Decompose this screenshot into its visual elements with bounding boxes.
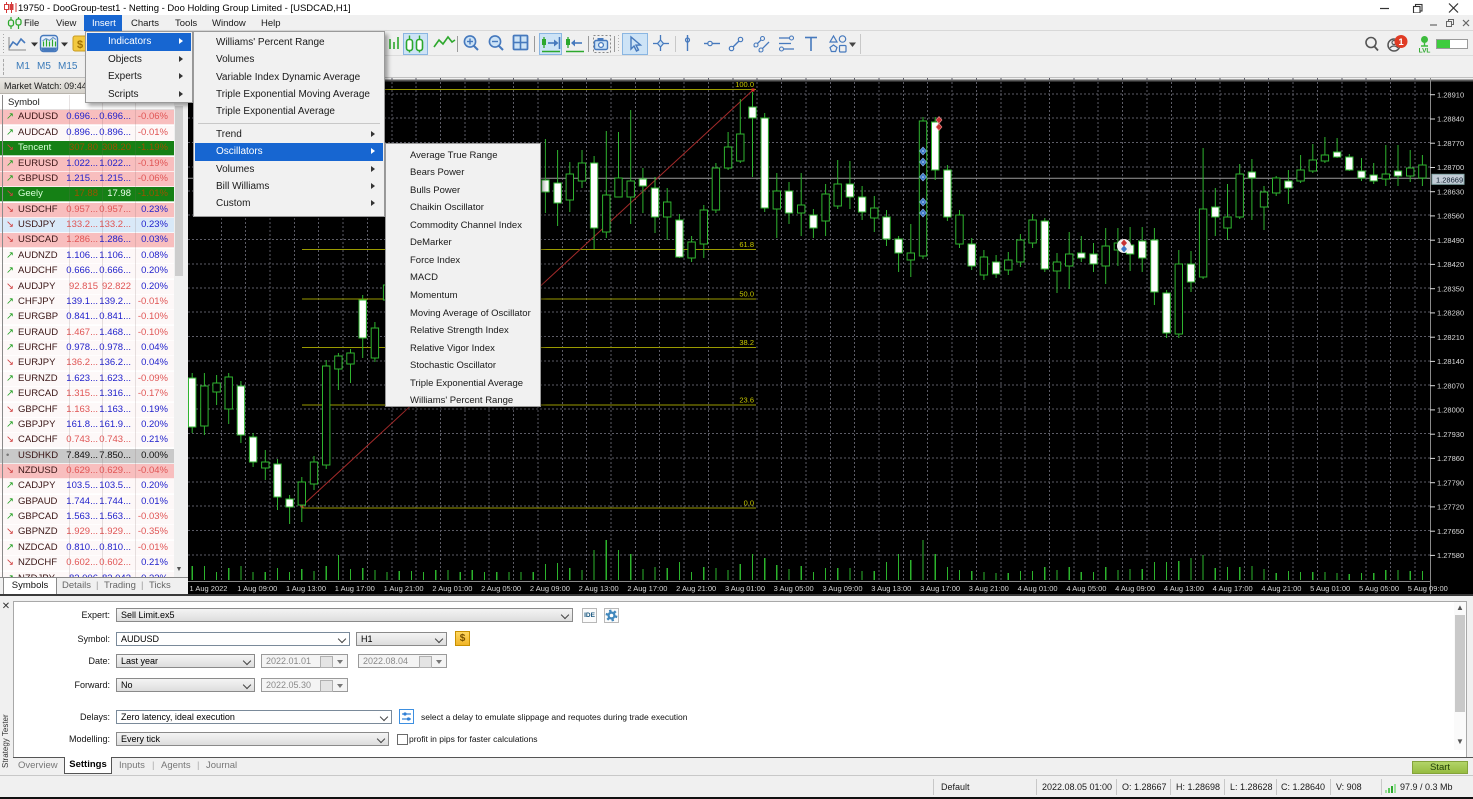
svg-text:2 Aug 17:00: 2 Aug 17:00: [627, 584, 667, 593]
svg-text:$: $: [77, 39, 83, 51]
svg-text:4 Aug 09:00: 4 Aug 09:00: [1115, 584, 1155, 593]
svg-text:3 Aug 09:00: 3 Aug 09:00: [822, 584, 862, 593]
svg-text:2 Aug 13:00: 2 Aug 13:00: [579, 584, 619, 593]
svg-text:1.28070: 1.28070: [1437, 381, 1464, 390]
svg-text:1.27790: 1.27790: [1437, 478, 1464, 487]
svg-text:3 Aug 05:00: 3 Aug 05:00: [774, 584, 814, 593]
svg-text:4 Aug 05:00: 4 Aug 05:00: [1066, 584, 1106, 593]
svg-text:1.28280: 1.28280: [1437, 309, 1464, 318]
svg-text:2 Aug 09:00: 2 Aug 09:00: [530, 584, 570, 593]
svg-text:2 Aug 21:00: 2 Aug 21:00: [676, 584, 716, 593]
svg-text:1.27860: 1.27860: [1437, 454, 1464, 463]
svg-text:5 Aug 01:00: 5 Aug 01:00: [1310, 584, 1350, 593]
svg-text:1 Aug 09:00: 1 Aug 09:00: [237, 584, 277, 593]
svg-text:1 Aug 21:00: 1 Aug 21:00: [384, 584, 424, 593]
svg-text:1.28490: 1.28490: [1437, 236, 1464, 245]
svg-text:1.27720: 1.27720: [1437, 503, 1464, 512]
svg-text:61.8: 61.8: [739, 240, 754, 249]
svg-text:3 Aug 01:00: 3 Aug 01:00: [725, 584, 765, 593]
svg-text:2 Aug 05:00: 2 Aug 05:00: [481, 584, 521, 593]
svg-text:2 Aug 01:00: 2 Aug 01:00: [432, 584, 472, 593]
svg-text:3 Aug 21:00: 3 Aug 21:00: [969, 584, 1009, 593]
svg-text:1.28700: 1.28700: [1437, 163, 1464, 172]
svg-text:1.28140: 1.28140: [1437, 357, 1464, 366]
svg-text:1.27650: 1.27650: [1437, 527, 1464, 536]
svg-text:4 Aug 21:00: 4 Aug 21:00: [1261, 584, 1301, 593]
svg-text:5 Aug 09:00: 5 Aug 09:00: [1408, 584, 1448, 593]
svg-text:1.28669: 1.28669: [1436, 175, 1463, 184]
svg-text:4 Aug 13:00: 4 Aug 13:00: [1164, 584, 1204, 593]
svg-text:4 Aug 17:00: 4 Aug 17:00: [1213, 584, 1253, 593]
svg-text:4 Aug 01:00: 4 Aug 01:00: [1018, 584, 1058, 593]
svg-text:3 Aug 13:00: 3 Aug 13:00: [871, 584, 911, 593]
svg-text:1.28350: 1.28350: [1437, 284, 1464, 293]
svg-text:1.28910: 1.28910: [1437, 90, 1464, 99]
svg-text:100.0: 100.0: [735, 80, 754, 89]
svg-text:1.27580: 1.27580: [1437, 551, 1464, 560]
svg-text:1 Aug 13:00: 1 Aug 13:00: [286, 584, 326, 593]
svg-text:5 Aug 05:00: 5 Aug 05:00: [1359, 584, 1399, 593]
svg-text:1.28770: 1.28770: [1437, 139, 1464, 148]
svg-text:1.27930: 1.27930: [1437, 430, 1464, 439]
svg-text:38.2: 38.2: [739, 338, 754, 347]
svg-text:1.28000: 1.28000: [1437, 406, 1464, 415]
svg-text:1.28630: 1.28630: [1437, 187, 1464, 196]
svg-text:3 Aug 17:00: 3 Aug 17:00: [920, 584, 960, 593]
svg-text:1 Aug 17:00: 1 Aug 17:00: [335, 584, 375, 593]
svg-text:1.28420: 1.28420: [1437, 260, 1464, 269]
svg-text:50.0: 50.0: [739, 290, 754, 299]
svg-text:0.0: 0.0: [744, 499, 754, 508]
svg-text:1.28560: 1.28560: [1437, 212, 1464, 221]
svg-text:LVL: LVL: [1419, 48, 1431, 55]
svg-text:23.6: 23.6: [739, 396, 754, 405]
svg-text:1: 1: [1398, 37, 1404, 48]
svg-text:1.28210: 1.28210: [1437, 333, 1464, 342]
svg-text:1 Aug 2022: 1 Aug 2022: [190, 584, 228, 593]
svg-text:1.28840: 1.28840: [1437, 115, 1464, 124]
